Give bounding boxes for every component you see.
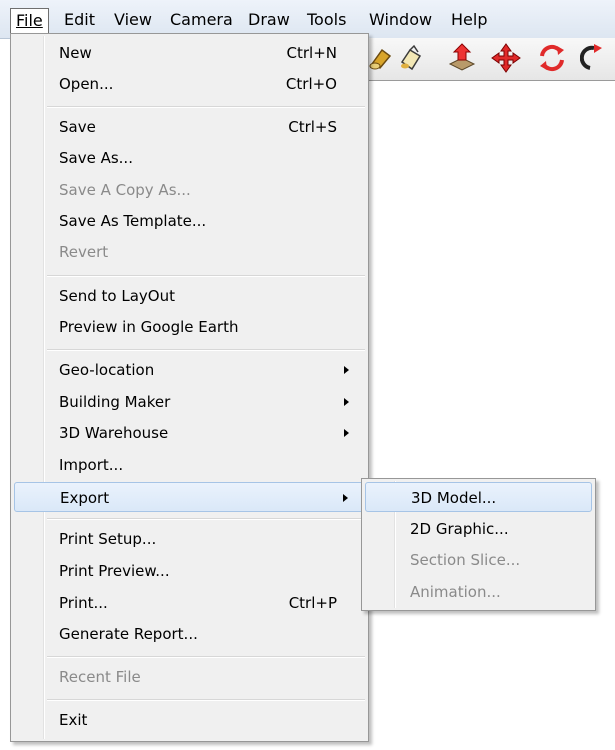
menu-item-exit[interactable]: Exit: [14, 705, 365, 735]
menu-item-preview-google-earth-label: Preview in Google Earth: [59, 318, 239, 336]
menu-separator: [47, 349, 365, 351]
menu-tools-label: Tools: [307, 10, 347, 29]
menu-item-geo-location[interactable]: Geo-location: [14, 355, 365, 385]
file-menu: New Ctrl+N Open... Ctrl+O Save Ctrl+S Sa…: [10, 33, 369, 742]
move-icon[interactable]: [490, 42, 522, 74]
menu-item-export-2d-graphic-label: 2D Graphic...: [410, 520, 509, 538]
submenu-arrow-icon: [344, 398, 349, 406]
menu-view-label: View: [114, 10, 152, 29]
menu-item-save-copy-as: Save A Copy As...: [14, 175, 365, 205]
menu-item-export-animation-label: Animation...: [410, 583, 501, 601]
menu-item-open-shortcut: Ctrl+O: [285, 75, 337, 93]
menu-help[interactable]: Help: [447, 9, 491, 31]
menu-item-save-as-template-label: Save As Template...: [59, 212, 207, 230]
menu-item-save[interactable]: Save Ctrl+S: [14, 112, 365, 142]
menu-item-new-shortcut: Ctrl+N: [286, 44, 337, 62]
menu-item-import-label: Import...: [59, 456, 124, 474]
menu-item-print-preview[interactable]: Print Preview...: [14, 556, 365, 586]
menu-item-export-3d-model[interactable]: 3D Model...: [365, 482, 592, 512]
menu-item-print[interactable]: Print... Ctrl+P: [14, 588, 365, 618]
menu-camera[interactable]: Camera: [166, 9, 237, 31]
menu-item-export-label: Export: [60, 489, 110, 507]
menu-view[interactable]: View: [110, 9, 156, 31]
menu-edit-label: Edit: [64, 10, 95, 29]
menu-item-new[interactable]: New Ctrl+N: [14, 38, 365, 68]
menu-item-generate-report-label: Generate Report...: [59, 625, 198, 643]
menu-item-send-to-layout[interactable]: Send to LayOut: [14, 281, 365, 311]
rotate-icon[interactable]: [536, 42, 568, 74]
menu-item-export-2d-graphic[interactable]: 2D Graphic...: [365, 514, 592, 544]
toolbar: [366, 38, 615, 81]
paint-bucket-icon[interactable]: [366, 42, 398, 74]
menu-file[interactable]: File: [10, 8, 49, 33]
menu-item-print-setup[interactable]: Print Setup...: [14, 524, 365, 554]
menu-window[interactable]: Window: [365, 9, 436, 31]
menu-file-label: File: [16, 11, 43, 30]
menu-item-open[interactable]: Open... Ctrl+O: [14, 69, 365, 99]
menu-item-revert-label: Revert: [59, 243, 109, 261]
menu-separator: [47, 275, 365, 277]
menu-item-send-to-layout-label: Send to LayOut: [59, 287, 175, 305]
menu-item-exit-label: Exit: [59, 711, 88, 729]
submenu-arrow-icon: [344, 429, 349, 437]
menu-item-save-as-label: Save As...: [59, 149, 133, 167]
menu-item-export-section-slice-label: Section Slice...: [410, 551, 521, 569]
menu-item-save-as[interactable]: Save As...: [14, 143, 365, 173]
menu-separator: [47, 656, 365, 658]
menu-tools[interactable]: Tools: [303, 9, 350, 31]
menu-item-geo-location-label: Geo-location: [59, 361, 155, 379]
export-submenu: 3D Model... 2D Graphic... Section Slice.…: [361, 478, 596, 611]
menu-item-print-preview-label: Print Preview...: [59, 562, 170, 580]
menu-item-generate-report[interactable]: Generate Report...: [14, 619, 365, 649]
paint-bucket-icon[interactable]: [396, 42, 428, 74]
menu-draw-label: Draw: [248, 10, 290, 29]
menu-item-recent-file-label: Recent File: [59, 668, 141, 686]
menu-edit[interactable]: Edit: [60, 9, 99, 31]
menu-item-print-setup-label: Print Setup...: [59, 530, 157, 548]
menu-item-print-label: Print...: [59, 594, 108, 612]
menu-item-revert: Revert: [14, 237, 365, 267]
menu-item-print-shortcut: Ctrl+P: [288, 594, 337, 612]
menu-item-preview-google-earth[interactable]: Preview in Google Earth: [14, 312, 365, 342]
push-pull-icon[interactable]: [446, 42, 478, 74]
menu-item-export-section-slice: Section Slice...: [365, 545, 592, 575]
menu-item-export[interactable]: Export: [14, 482, 365, 512]
menu-item-export-animation: Animation...: [365, 577, 592, 607]
menu-item-3d-warehouse-label: 3D Warehouse: [59, 424, 169, 442]
menu-item-save-shortcut: Ctrl+S: [288, 118, 337, 136]
menu-item-save-label: Save: [59, 118, 96, 136]
menu-item-building-maker-label: Building Maker: [59, 393, 171, 411]
menu-item-3d-warehouse[interactable]: 3D Warehouse: [14, 418, 365, 448]
menu-item-building-maker[interactable]: Building Maker: [14, 387, 365, 417]
menu-item-save-as-template[interactable]: Save As Template...: [14, 206, 365, 236]
menu-camera-label: Camera: [170, 10, 233, 29]
menu-separator: [47, 106, 365, 108]
menu-draw[interactable]: Draw: [244, 9, 294, 31]
menu-item-recent-file: Recent File: [14, 662, 365, 692]
menu-item-open-label: Open...: [59, 75, 114, 93]
menu-help-label: Help: [451, 10, 488, 29]
submenu-arrow-icon: [343, 494, 348, 502]
follow-me-icon[interactable]: [580, 42, 612, 74]
menu-separator: [47, 699, 365, 701]
menu-item-save-copy-as-label: Save A Copy As...: [59, 181, 191, 199]
submenu-arrow-icon: [344, 366, 349, 374]
menu-window-label: Window: [369, 10, 433, 29]
menu-separator: [47, 518, 365, 520]
menu-item-import[interactable]: Import...: [14, 450, 365, 480]
menu-item-export-3d-model-label: 3D Model...: [411, 489, 497, 507]
menu-item-new-label: New: [59, 44, 92, 62]
